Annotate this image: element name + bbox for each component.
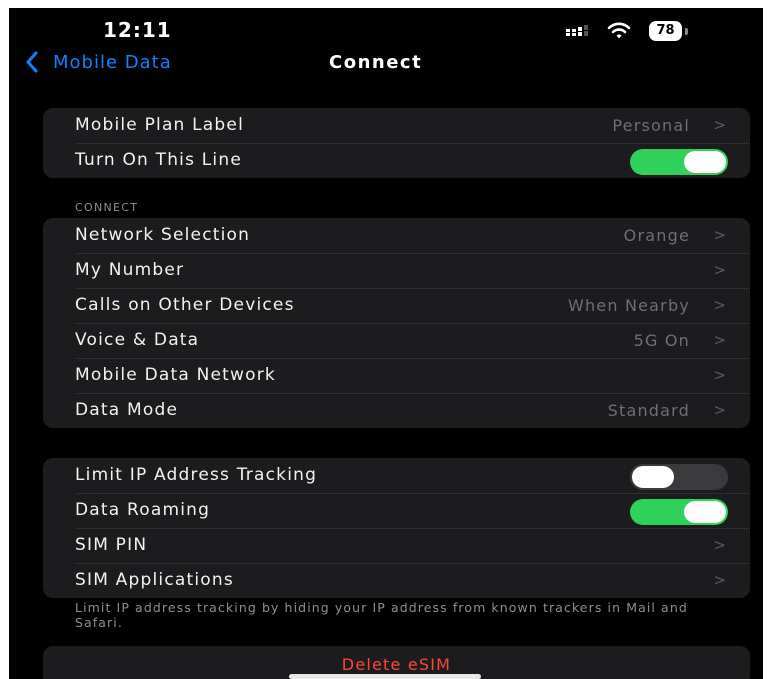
row-network-selection[interactable]: Network Selection Orange > [43, 218, 750, 253]
row-value: 5G On [633, 331, 690, 350]
row-label: Limit IP Address Tracking [75, 465, 318, 485]
privacy-group: Limit IP Address Tracking Data Roaming S… [43, 458, 750, 598]
row-label: Network Selection [75, 225, 251, 245]
toggle-knob [684, 151, 726, 173]
row-label: SIM Applications [75, 570, 234, 590]
row-limit-ip-tracking: Limit IP Address Tracking [43, 458, 750, 493]
row-value: Orange [623, 226, 690, 245]
battery-icon: 78 [649, 21, 682, 41]
page-title: Connect [329, 52, 423, 73]
chevron-right-icon: > [713, 331, 726, 349]
phone-screen: 12:11 78 Mobile Data Connect Mobile Plan… [9, 8, 763, 679]
row-label: Data Roaming [75, 500, 211, 520]
row-voice-and-data[interactable]: Voice & Data 5G On > [43, 323, 750, 358]
status-time: 12:11 [103, 18, 172, 42]
row-turn-on-this-line: Turn On This Line [43, 143, 750, 178]
row-value: Personal [612, 116, 690, 135]
chevron-right-icon: > [713, 261, 726, 279]
battery-tip [685, 28, 688, 35]
chevron-right-icon: > [713, 226, 726, 244]
chevron-right-icon: > [713, 116, 726, 134]
delete-esim-label: Delete eSIM [341, 655, 452, 674]
row-label: Mobile Plan Label [75, 115, 245, 135]
chevron-left-icon [26, 51, 38, 73]
row-mobile-plan-label[interactable]: Mobile Plan Label Personal > [43, 108, 750, 143]
wifi-icon [607, 22, 631, 39]
chevron-right-icon: > [713, 401, 726, 419]
row-value: Standard [607, 401, 690, 420]
row-value: When Nearby [567, 296, 690, 315]
row-label: Turn On This Line [75, 150, 242, 170]
back-label: Mobile Data [53, 51, 172, 73]
row-calls-on-other-devices[interactable]: Calls on Other Devices When Nearby > [43, 288, 750, 323]
row-label: SIM PIN [75, 535, 148, 555]
row-label: My Number [75, 260, 185, 280]
row-label: Voice & Data [75, 330, 200, 350]
row-mobile-data-network[interactable]: Mobile Data Network > [43, 358, 750, 393]
row-sim-applications[interactable]: SIM Applications > [43, 563, 750, 598]
navigation-bar: Mobile Data Connect [9, 44, 763, 80]
home-indicator [289, 674, 481, 679]
chevron-right-icon: > [713, 571, 726, 589]
connect-group: Network Selection Orange > My Number > C… [43, 218, 750, 428]
back-button[interactable]: Mobile Data [25, 46, 172, 78]
chevron-right-icon: > [713, 296, 726, 314]
row-data-roaming: Data Roaming [43, 493, 750, 528]
row-label: Mobile Data Network [75, 365, 276, 385]
toggle-knob [632, 466, 674, 488]
chevron-right-icon: > [713, 536, 726, 554]
chevron-right-icon: > [713, 366, 726, 384]
cellular-signal-icon [566, 25, 588, 36]
row-label: Data Mode [75, 400, 179, 420]
plan-group: Mobile Plan Label Personal > Turn On Thi… [43, 108, 750, 178]
turn-on-line-toggle[interactable] [630, 149, 728, 175]
footer-note: Limit IP address tracking by hiding your… [75, 600, 688, 630]
data-roaming-toggle[interactable] [630, 499, 728, 525]
row-my-number[interactable]: My Number > [43, 253, 750, 288]
toggle-knob [684, 501, 726, 523]
row-label: Calls on Other Devices [75, 295, 295, 315]
limit-ip-tracking-toggle[interactable] [630, 464, 728, 490]
row-sim-pin[interactable]: SIM PIN > [43, 528, 750, 563]
row-data-mode[interactable]: Data Mode Standard > [43, 393, 750, 428]
battery-level: 78 [656, 23, 675, 38]
section-header-connect: CONNECT [75, 201, 139, 214]
